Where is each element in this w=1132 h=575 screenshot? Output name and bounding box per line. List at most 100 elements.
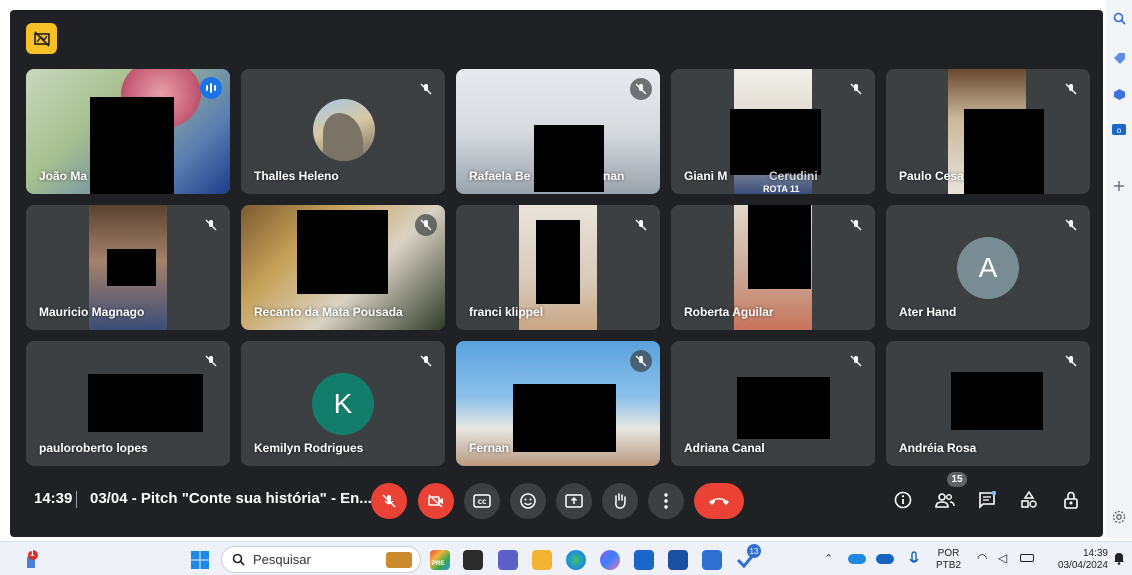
participant-name: Paulo Cesa — [899, 169, 964, 183]
tag-icon[interactable] — [1111, 50, 1127, 66]
participant-tile[interactable]: Thalles Heleno — [241, 69, 445, 194]
participant-name: Adriana Canal — [684, 441, 765, 455]
shapes-icon — [1021, 491, 1037, 508]
redaction-box — [730, 109, 821, 175]
participant-name: Giani M — [684, 169, 728, 183]
more-options-button[interactable] — [648, 483, 684, 519]
reactions-button[interactable] — [510, 483, 546, 519]
avatar-rock-shape — [323, 113, 363, 161]
colorful-app-icon[interactable]: PRE — [430, 550, 450, 570]
microphone-muted-icon — [845, 350, 867, 372]
participant-tile[interactable]: Roberta Aguilar — [671, 205, 875, 330]
participant-tile[interactable]: Fernan — [456, 341, 660, 466]
participant-tile[interactable]: Rafaela Be nan — [456, 69, 660, 194]
teams-icon[interactable] — [498, 550, 518, 570]
hang-up-icon — [709, 498, 729, 505]
notification-bell-icon[interactable] — [1113, 551, 1125, 570]
participant-tile[interactable]: Adriana Canal — [671, 341, 875, 466]
meeting-details-button[interactable] — [890, 487, 916, 513]
copilot-icon[interactable] — [600, 550, 620, 570]
word-app-icon[interactable] — [668, 550, 688, 570]
participant-tile[interactable]: K Kemilyn Rodrigues — [241, 341, 445, 466]
extension-icon[interactable] — [1111, 86, 1127, 102]
people-count-badge: 15 — [947, 472, 967, 487]
participant-name: Andréia Rosa — [899, 441, 977, 455]
notification-app-icon[interactable]: 1 — [21, 549, 41, 570]
lock-person-icon — [1064, 491, 1078, 509]
microphone-muted-icon — [630, 350, 652, 372]
participant-tile[interactable]: Recanto da Mata Pousada — [241, 205, 445, 330]
browser-side-panel: o — [1106, 0, 1132, 538]
microphone-muted-icon — [845, 214, 867, 236]
participant-name: Mauricio Magnago — [39, 305, 145, 319]
participant-name: João Ma — [39, 169, 88, 183]
search-icon[interactable] — [1111, 10, 1127, 26]
microphone-toggle-button[interactable] — [371, 483, 407, 519]
microphone-muted-icon — [200, 214, 222, 236]
redaction-box — [964, 109, 1044, 194]
participant-tile[interactable]: franci klippel — [456, 205, 660, 330]
people-button[interactable] — [932, 487, 958, 513]
participant-tile[interactable]: ROTA 11 Giani M Cerudini — [671, 69, 875, 194]
participant-name-tail: nan — [603, 169, 625, 183]
participant-tile[interactable]: João Ma — [26, 69, 230, 194]
raise-hand-button[interactable] — [602, 483, 638, 519]
chat-button[interactable] — [974, 487, 1000, 513]
participant-name-tail: Cerudini — [769, 169, 818, 183]
participant-name: Fernan — [469, 441, 510, 455]
participant-name: pauloroberto lopes — [39, 441, 148, 455]
recording-indicator-icon[interactable] — [26, 23, 57, 54]
speaking-indicator-icon — [200, 77, 222, 99]
show-hidden-icons-button[interactable]: ⌃ — [824, 552, 833, 565]
meeting-title[interactable]: 03/04 - Pitch "Conte sua história" - En.… — [90, 490, 372, 507]
file-explorer-icon[interactable] — [532, 550, 552, 570]
onedrive-icon[interactable] — [848, 554, 866, 564]
participant-name: Kemilyn Rodrigues — [254, 441, 364, 455]
participant-name: Rafaela Be — [469, 169, 531, 183]
clock-date: 03/04/2024 — [1057, 560, 1108, 571]
app-badge: 13 — [747, 544, 761, 558]
battery-icon[interactable] — [1020, 554, 1034, 562]
volume-icon[interactable]: ◁ — [998, 551, 1007, 565]
redaction-box — [513, 384, 616, 452]
participant-name: Recanto da Mata Pousada — [254, 305, 403, 319]
activities-button[interactable] — [1016, 487, 1042, 513]
participant-tile[interactable]: Paulo Cesa — [886, 69, 1090, 194]
participant-avatar: K — [312, 373, 374, 435]
participant-tile[interactable]: Andréia Rosa — [886, 341, 1090, 466]
wifi-icon[interactable]: ◠ — [977, 551, 987, 565]
present-screen-icon — [565, 494, 583, 508]
captions-button[interactable]: CC — [464, 483, 500, 519]
present-screen-button[interactable] — [556, 483, 592, 519]
participant-tile[interactable]: A Ater Hand — [886, 205, 1090, 330]
microphone-tray-icon[interactable] — [908, 550, 920, 573]
host-controls-button[interactable] — [1058, 487, 1084, 513]
redaction-box — [297, 210, 388, 294]
leave-call-button[interactable] — [694, 483, 744, 519]
windows-start-icon[interactable] — [190, 550, 210, 570]
microphone-muted-icon — [1060, 78, 1082, 100]
calendar-app-icon[interactable] — [702, 550, 722, 570]
outlook-icon[interactable]: o — [1111, 121, 1127, 137]
participant-tile[interactable]: Mauricio Magnago — [26, 205, 230, 330]
camera-toggle-button[interactable] — [418, 483, 454, 519]
add-icon[interactable] — [1111, 178, 1127, 194]
settings-icon[interactable] — [1111, 509, 1127, 525]
redaction-box — [536, 220, 580, 304]
outlook-app-icon[interactable] — [634, 550, 654, 570]
system-clock[interactable]: 14:39 03/04/2024 — [1048, 548, 1108, 572]
taskbar-search-input[interactable]: Pesquisar — [221, 546, 421, 573]
input-language[interactable]: POR PTB2 — [936, 548, 961, 572]
file-app-icon[interactable] — [463, 550, 483, 570]
edge-browser-icon[interactable] — [566, 550, 586, 570]
todo-app-icon[interactable]: 13 — [736, 544, 761, 570]
participant-tile[interactable]: pauloroberto lopes — [26, 341, 230, 466]
onedrive-secondary-icon[interactable] — [876, 554, 894, 564]
closed-captions-icon: CC — [473, 494, 491, 508]
participant-name: franci klippel — [469, 305, 544, 319]
search-icon — [232, 553, 245, 566]
search-placeholder: Pesquisar — [253, 552, 311, 567]
meeting-info-divider — [76, 491, 77, 508]
participant-name: Roberta Aguilar — [684, 305, 774, 319]
windows-taskbar: 1 Pesquisar PRE 13 ⌃ POR PTB2 ◠ ◁ 14:39 … — [0, 541, 1132, 575]
